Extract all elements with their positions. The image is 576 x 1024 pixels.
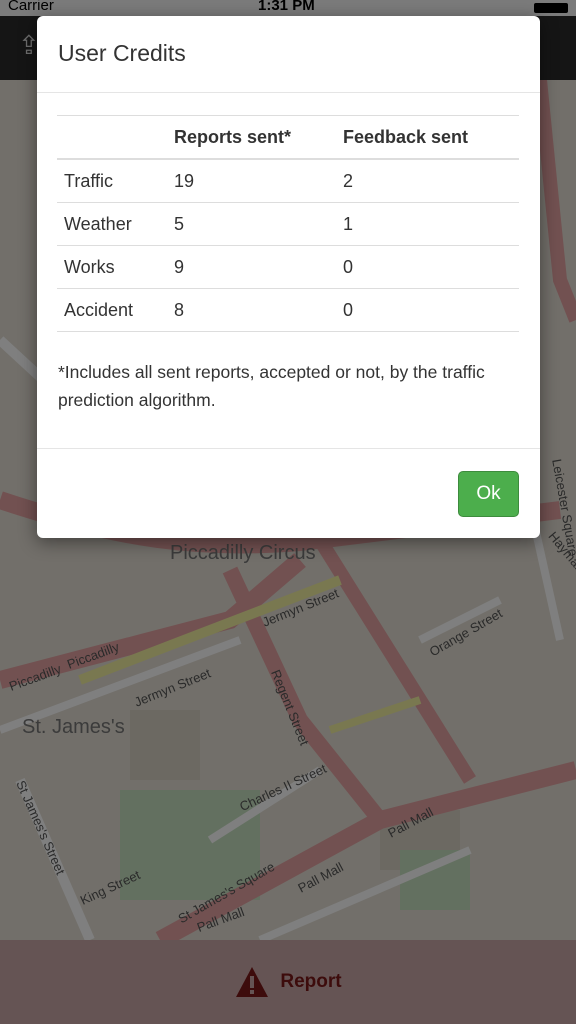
column-header-feedback: Feedback sent [336,115,519,160]
modal-title: User Credits [58,40,186,66]
reports-cell: 5 [167,202,336,246]
column-header-reports: Reports sent* [167,115,336,160]
reports-cell: 9 [167,245,336,289]
category-cell: Accident [57,288,167,332]
reports-cell: 8 [167,288,336,332]
user-credits-dialog: User Credits Reports sent* Feedback sent… [37,16,540,538]
category-cell: Works [57,245,167,289]
footnote: *Includes all sent reports, accepted or … [58,362,485,410]
table-row: Works 9 0 [57,245,519,289]
modal-body: Reports sent* Feedback sent Traffic 19 2… [37,93,540,449]
credits-table: Reports sent* Feedback sent Traffic 19 2… [57,115,519,332]
table-row: Accident 8 0 [57,288,519,332]
feedback-cell: 2 [336,158,519,203]
category-cell: Weather [57,202,167,246]
table-row: Weather 5 1 [57,202,519,246]
table-row: Traffic 19 2 [57,158,519,203]
category-cell: Traffic [57,158,167,203]
ok-button[interactable]: Ok [458,471,519,517]
column-header-category [57,115,167,160]
feedback-cell: 0 [336,288,519,332]
reports-cell: 19 [167,158,336,203]
feedback-cell: 0 [336,245,519,289]
table-header-row: Reports sent* Feedback sent [57,115,519,160]
modal-header: User Credits [37,16,540,93]
feedback-cell: 1 [336,202,519,246]
